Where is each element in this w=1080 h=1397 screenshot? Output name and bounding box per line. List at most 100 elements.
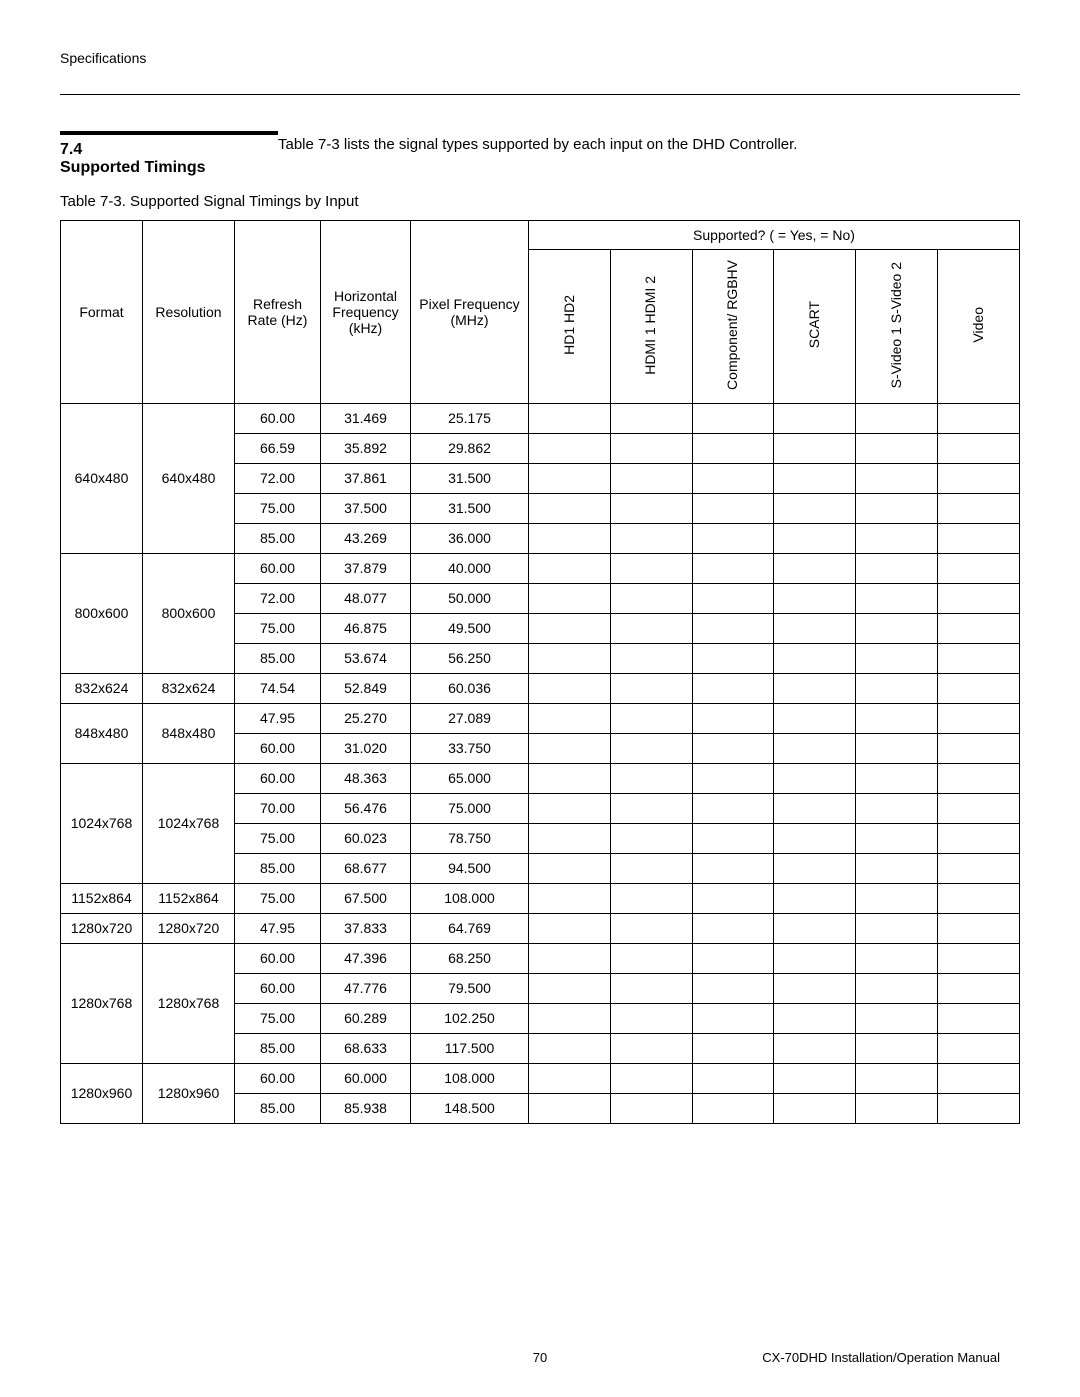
cell-support bbox=[938, 1093, 1020, 1123]
cell-refresh: 85.00 bbox=[235, 853, 321, 883]
cell-support bbox=[856, 763, 938, 793]
cell-pixel: 36.000 bbox=[411, 523, 529, 553]
section-header-row: 7.4 Supported Timings Table 7-3 lists th… bbox=[60, 131, 1020, 177]
th-horiz: Horizontal Frequency (kHz) bbox=[321, 221, 411, 404]
cell-support bbox=[692, 493, 774, 523]
cell-support bbox=[856, 793, 938, 823]
cell-support bbox=[692, 1063, 774, 1093]
cell-refresh: 60.00 bbox=[235, 943, 321, 973]
cell-support bbox=[774, 523, 856, 553]
cell-support bbox=[692, 883, 774, 913]
cell-support bbox=[938, 1033, 1020, 1063]
cell-pixel: 31.500 bbox=[411, 493, 529, 523]
cell-support bbox=[856, 403, 938, 433]
cell-resolution: 1152x864 bbox=[143, 883, 235, 913]
cell-pixel: 108.000 bbox=[411, 883, 529, 913]
cell-support bbox=[529, 943, 611, 973]
cell-horiz: 60.000 bbox=[321, 1063, 411, 1093]
cell-format: 800x600 bbox=[61, 553, 143, 673]
cell-support bbox=[856, 1093, 938, 1123]
cell-support bbox=[610, 643, 692, 673]
cell-support bbox=[529, 523, 611, 553]
section-rule bbox=[60, 131, 278, 135]
cell-support bbox=[938, 553, 1020, 583]
cell-pixel: 108.000 bbox=[411, 1063, 529, 1093]
cell-support bbox=[938, 673, 1020, 703]
cell-support bbox=[610, 433, 692, 463]
section-title: Supported Timings bbox=[60, 159, 278, 177]
cell-resolution: 800x600 bbox=[143, 553, 235, 673]
cell-horiz: 37.833 bbox=[321, 913, 411, 943]
th-video: Video bbox=[938, 250, 1020, 404]
cell-support bbox=[529, 913, 611, 943]
cell-support bbox=[774, 703, 856, 733]
cell-horiz: 25.270 bbox=[321, 703, 411, 733]
cell-support bbox=[774, 1033, 856, 1063]
cell-support bbox=[529, 1033, 611, 1063]
cell-refresh: 60.00 bbox=[235, 763, 321, 793]
cell-support bbox=[774, 763, 856, 793]
cell-pixel: 49.500 bbox=[411, 613, 529, 643]
cell-support bbox=[938, 973, 1020, 1003]
cell-pixel: 40.000 bbox=[411, 553, 529, 583]
cell-support bbox=[610, 823, 692, 853]
cell-support bbox=[938, 1063, 1020, 1093]
cell-refresh: 75.00 bbox=[235, 883, 321, 913]
cell-support bbox=[856, 463, 938, 493]
cell-support bbox=[856, 1003, 938, 1033]
cell-support bbox=[610, 1033, 692, 1063]
cell-support bbox=[938, 643, 1020, 673]
cell-format: 1280x960 bbox=[61, 1063, 143, 1123]
cell-support bbox=[938, 583, 1020, 613]
cell-horiz: 68.677 bbox=[321, 853, 411, 883]
cell-support bbox=[938, 493, 1020, 523]
cell-support bbox=[529, 763, 611, 793]
th-hdmi: HDMI 1 HDMI 2 bbox=[610, 250, 692, 404]
cell-pixel: 27.089 bbox=[411, 703, 529, 733]
cell-resolution: 832x624 bbox=[143, 673, 235, 703]
th-resolution: Resolution bbox=[143, 221, 235, 404]
cell-support bbox=[529, 1063, 611, 1093]
cell-support bbox=[774, 433, 856, 463]
cell-pixel: 94.500 bbox=[411, 853, 529, 883]
cell-support bbox=[692, 853, 774, 883]
cell-horiz: 31.020 bbox=[321, 733, 411, 763]
cell-pixel: 78.750 bbox=[411, 823, 529, 853]
cell-support bbox=[774, 853, 856, 883]
cell-support bbox=[774, 493, 856, 523]
cell-support bbox=[938, 793, 1020, 823]
cell-horiz: 48.077 bbox=[321, 583, 411, 613]
cell-refresh: 47.95 bbox=[235, 913, 321, 943]
cell-format: 1024x768 bbox=[61, 763, 143, 883]
cell-support bbox=[529, 403, 611, 433]
cell-support bbox=[610, 403, 692, 433]
cell-support bbox=[692, 433, 774, 463]
cell-horiz: 85.938 bbox=[321, 1093, 411, 1123]
table-row: 640x480640x48060.0031.46925.175 bbox=[61, 403, 1020, 433]
cell-horiz: 48.363 bbox=[321, 763, 411, 793]
cell-support bbox=[610, 553, 692, 583]
cell-refresh: 85.00 bbox=[235, 643, 321, 673]
cell-support bbox=[529, 703, 611, 733]
cell-resolution: 1280x960 bbox=[143, 1063, 235, 1123]
table-row: 1280x7201280x72047.9537.83364.769 bbox=[61, 913, 1020, 943]
cell-support bbox=[856, 1063, 938, 1093]
cell-pixel: 117.500 bbox=[411, 1033, 529, 1063]
cell-support bbox=[529, 1003, 611, 1033]
cell-support bbox=[529, 493, 611, 523]
cell-horiz: 47.396 bbox=[321, 943, 411, 973]
cell-support bbox=[529, 973, 611, 1003]
cell-refresh: 75.00 bbox=[235, 823, 321, 853]
cell-support bbox=[692, 463, 774, 493]
cell-support bbox=[856, 583, 938, 613]
cell-support bbox=[610, 493, 692, 523]
cell-support bbox=[856, 943, 938, 973]
cell-support bbox=[529, 613, 611, 643]
cell-support bbox=[938, 853, 1020, 883]
cell-horiz: 47.776 bbox=[321, 973, 411, 1003]
cell-horiz: 37.861 bbox=[321, 463, 411, 493]
cell-support bbox=[938, 523, 1020, 553]
cell-support bbox=[938, 1003, 1020, 1033]
cell-support bbox=[529, 883, 611, 913]
cell-support bbox=[692, 403, 774, 433]
